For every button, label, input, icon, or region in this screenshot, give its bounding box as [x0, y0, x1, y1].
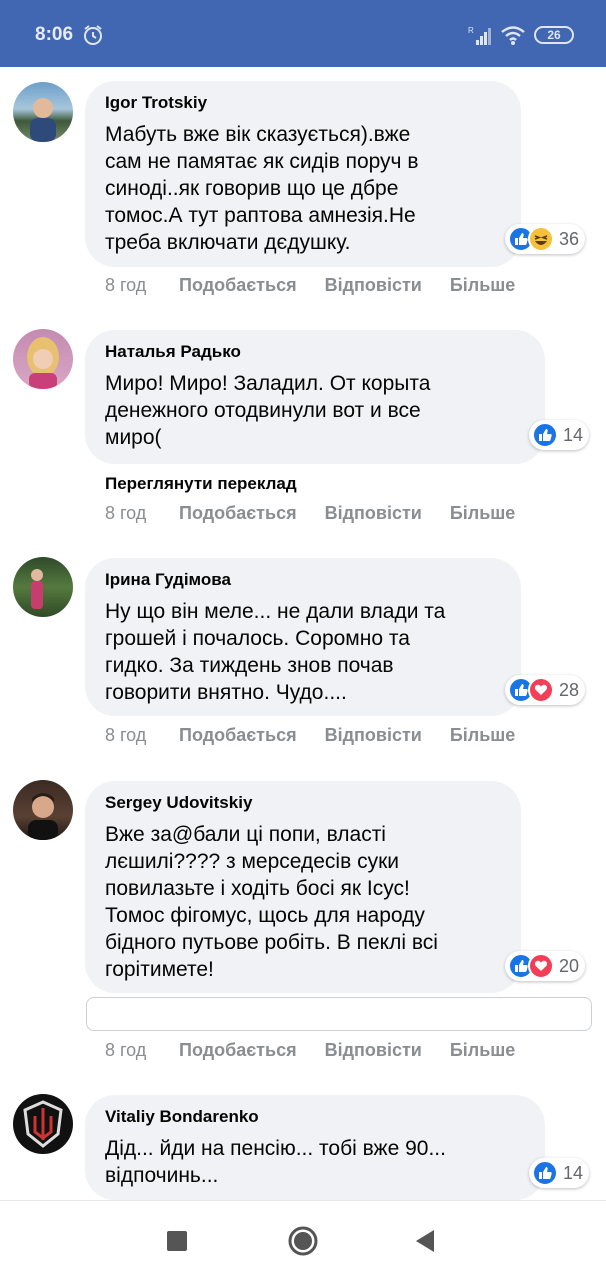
comment-author[interactable]: Igor Trotskiy: [105, 93, 501, 113]
reply-button[interactable]: Відповісти: [325, 503, 422, 524]
comment-time: 8 год: [105, 725, 147, 745]
reply-input[interactable]: [86, 997, 592, 1031]
reply-button[interactable]: Відповісти: [325, 725, 422, 746]
comment-text: Ну що він меле... не дали влади та гроше…: [105, 600, 446, 704]
reaction-summary[interactable]: 28: [505, 675, 586, 705]
comment-text: Мабуть вже вік сказується).вже сам не па…: [105, 123, 419, 254]
comment-bubble[interactable]: Igor Trotskiy Мабуть вже вік сказується)…: [85, 81, 521, 267]
reaction-count: 28: [559, 679, 580, 700]
comment-actions: 8 год Подобається Відповісти Більше: [105, 725, 543, 746]
reaction-count: 14: [563, 424, 584, 445]
more-button[interactable]: Більше: [450, 725, 515, 746]
avatar[interactable]: [13, 557, 73, 617]
like-button[interactable]: Подобається: [179, 725, 297, 746]
comment-time: 8 год: [105, 503, 147, 523]
haha-icon: [528, 226, 554, 252]
reaction-summary[interactable]: 36: [505, 224, 586, 254]
battery-indicator: 26: [534, 26, 574, 44]
comment-author[interactable]: Ірина Гудімова: [105, 570, 501, 590]
comment-author[interactable]: Sergey Udovitskiy: [105, 793, 501, 813]
reaction-count: 36: [559, 228, 580, 249]
reaction-summary[interactable]: 14: [529, 1158, 590, 1188]
signal-icon: R: [468, 26, 491, 45]
see-translation-link[interactable]: Переглянути переклад: [105, 474, 297, 494]
comment-author[interactable]: Наталья Радько: [105, 342, 525, 362]
comment-bubble[interactable]: Наталья Радько Миро! Миро! Заладил. От к…: [85, 330, 545, 464]
avatar[interactable]: [13, 780, 73, 840]
comment-feed[interactable]: Igor Trotskiy Мабуть вже вік сказується)…: [0, 67, 606, 1200]
comment-time: 8 год: [105, 275, 147, 295]
home-icon[interactable]: [287, 1225, 319, 1257]
avatar[interactable]: [13, 82, 73, 142]
like-button[interactable]: Подобається: [179, 275, 297, 296]
like-button[interactable]: Подобається: [179, 503, 297, 524]
comment-bubble[interactable]: Ірина Гудімова Ну що він меле... не дали…: [85, 558, 521, 716]
like-icon: [532, 1160, 558, 1186]
wifi-icon: [501, 26, 525, 45]
comment-bubble[interactable]: Sergey Udovitskiy Вже за@бали ці попи, в…: [85, 781, 521, 993]
comment-author[interactable]: Vitaliy Bondarenko: [105, 1107, 525, 1127]
alarm-icon: [84, 25, 102, 45]
like-icon: [532, 422, 558, 448]
avatar[interactable]: [13, 1094, 73, 1154]
love-icon: [528, 953, 554, 979]
more-button[interactable]: Більше: [450, 503, 515, 524]
more-button[interactable]: Більше: [450, 275, 515, 296]
recents-icon[interactable]: [161, 1225, 193, 1257]
comment-bubble[interactable]: Vitaliy Bondarenko Дід... йди на пенсію.…: [85, 1095, 545, 1200]
status-time: 8:06: [35, 24, 74, 45]
comment-actions: 8 год Подобається Відповісти Більше: [105, 1040, 543, 1061]
like-button[interactable]: Подобається: [179, 1040, 297, 1061]
comment-time: 8 год: [105, 1040, 147, 1060]
reaction-summary[interactable]: 14: [529, 420, 590, 450]
status-bar: 8:06 R 26: [0, 0, 606, 67]
comment-text: Вже за@бали ці попи, власті лєшилі???? з…: [105, 823, 438, 981]
reply-button[interactable]: Відповісти: [325, 275, 422, 296]
reply-button[interactable]: Відповісти: [325, 1040, 422, 1061]
svg-text:R: R: [468, 26, 474, 35]
comment-actions: 8 год Подобається Відповісти Більше: [105, 275, 543, 296]
love-icon: [528, 677, 554, 703]
back-icon[interactable]: [409, 1225, 441, 1257]
reaction-count: 14: [563, 1162, 584, 1183]
reaction-count: 20: [559, 955, 580, 976]
comment-text: Миро! Миро! Заладил. От корыта денежного…: [105, 372, 431, 449]
avatar[interactable]: [13, 329, 73, 389]
comment-actions: 8 год Подобається Відповісти Більше: [105, 503, 543, 524]
reaction-summary[interactable]: 20: [505, 951, 586, 981]
more-button[interactable]: Більше: [450, 1040, 515, 1061]
comment-text: Дід... йди на пенсію... тобі вже 90... в…: [105, 1137, 446, 1187]
system-nav-bar: [0, 1200, 606, 1280]
